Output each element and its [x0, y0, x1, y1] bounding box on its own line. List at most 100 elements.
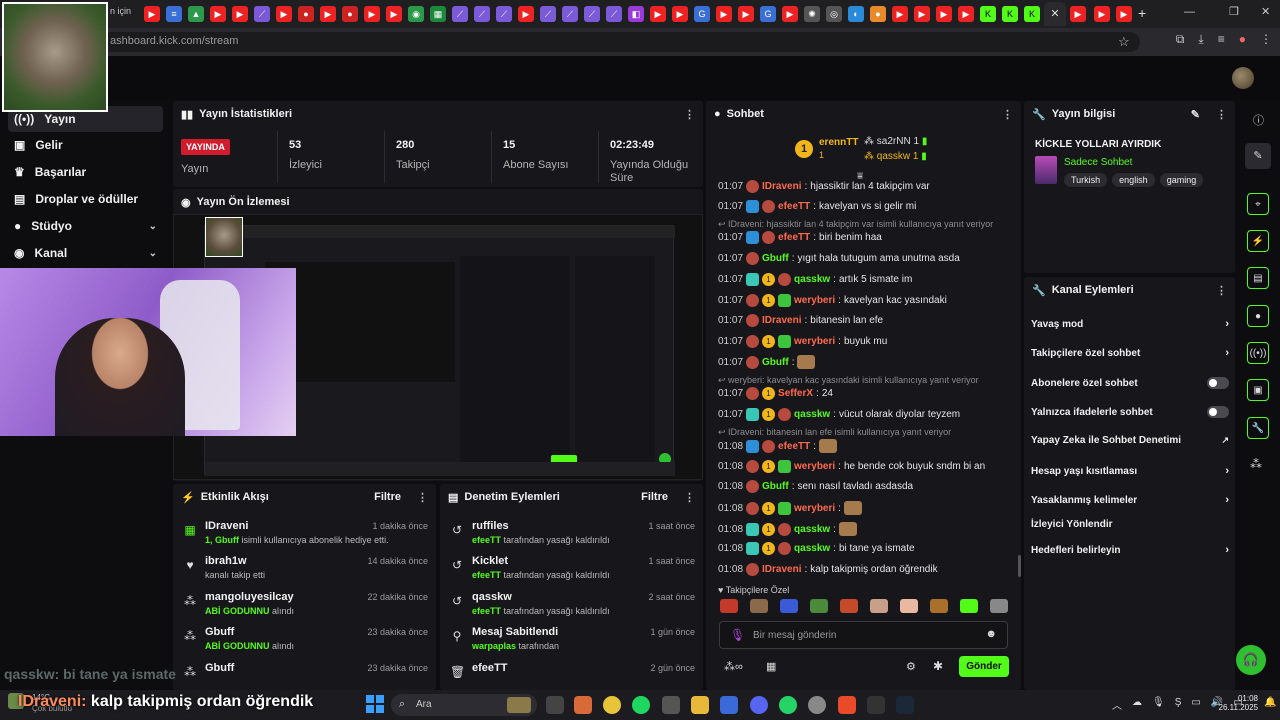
record-tab-icon[interactable]: ● [342, 6, 358, 22]
gifter-name[interactable]: qasskw [877, 151, 910, 162]
message-username[interactable]: qasskw [794, 274, 830, 285]
steam-icon[interactable] [896, 696, 914, 714]
link-tab-icon[interactable]: ⟋ [452, 6, 468, 22]
media-icon[interactable]: ≡ [1218, 32, 1225, 52]
app-icon[interactable] [662, 696, 680, 714]
kebab-menu-icon[interactable]: ⋮ [1216, 108, 1227, 121]
link-tab-icon[interactable]: ⟋ [474, 6, 490, 22]
message-username[interactable]: Gbuff [762, 253, 789, 264]
kick-tab-icon[interactable]: K [1002, 6, 1018, 22]
message-username[interactable]: IDraveni [762, 315, 801, 326]
kick-tab-icon[interactable]: K [980, 6, 996, 22]
chat-message[interactable]: 01:07 1 weryberi: kavelyan kac yasındaki [718, 294, 1018, 307]
chat-message[interactable]: 01:07 1 qasskw: vücut olarak diyolar teyzem [718, 408, 1018, 421]
mic-icon[interactable]: 🎙 [1152, 697, 1165, 712]
sheets-tab-icon[interactable]: ▦ [430, 6, 446, 22]
copilot-icon[interactable] [574, 696, 592, 714]
points-icon[interactable]: ⁂∞ [724, 660, 743, 673]
category-thumbnail[interactable] [1035, 156, 1057, 184]
kebab-menu-icon[interactable]: ⋮ [1002, 108, 1013, 121]
restore-icon[interactable]: ❐ [1229, 5, 1239, 18]
youtube-tab-icon[interactable]: ▶ [1116, 6, 1132, 22]
goals-row[interactable]: Hedefleri belirleyin › [1031, 544, 1229, 556]
tag[interactable]: gaming [1159, 173, 1204, 187]
extensions-icon[interactable]: ⧉ [1176, 32, 1185, 52]
filter-button[interactable]: Filtre [374, 491, 401, 503]
message-username[interactable]: efeeTT [778, 441, 810, 452]
youtube-tab-icon[interactable]: ▶ [144, 6, 160, 22]
lang-icon[interactable]: Ş [1175, 697, 1182, 712]
openai-tab-icon[interactable]: ✺ [804, 6, 820, 22]
network-icon[interactable]: ▭ [1191, 697, 1200, 712]
chat-message[interactable]: 01:08 1 weryberi: he bende cok buyuk sndm b… [718, 460, 1018, 473]
taskbar-search[interactable]: ⌕ Ara [391, 694, 537, 716]
chat-icon[interactable]: ● [1247, 305, 1269, 327]
notification-icon[interactable]: 🔔 [1264, 697, 1276, 708]
nav-item-achievements[interactable]: ♛ Başarılar [8, 159, 163, 185]
record-tab-icon[interactable]: ● [298, 6, 314, 22]
terminal-icon[interactable] [867, 696, 885, 714]
web-tab-icon[interactable]: ● [870, 6, 886, 22]
link-tab-icon[interactable]: ⟋ [496, 6, 512, 22]
emoji-icon[interactable]: ☻ [985, 628, 997, 640]
chat-message[interactable]: 01:07 Gbuff: [718, 355, 1018, 369]
chat-scrollbar[interactable] [1018, 555, 1021, 577]
filter-button[interactable]: Filtre [641, 491, 668, 503]
tag[interactable]: english [1112, 173, 1155, 187]
chat-message[interactable]: 01:08 efeeTT: [718, 439, 1018, 453]
tab-partial-label[interactable]: n için [110, 6, 131, 16]
gif-tab-icon[interactable]: G [760, 6, 776, 22]
nav-item-channel[interactable]: ◉ Kanal ⌄ [8, 240, 163, 266]
youtube-tab-icon[interactable]: ▶ [716, 6, 732, 22]
points-icon[interactable]: ⁂ [1250, 457, 1262, 471]
emote[interactable] [900, 599, 918, 613]
notes-icon[interactable]: ▤ [1247, 267, 1269, 289]
chat-message[interactable]: 01:07 Gbuff: yıgıt hala tutugum ama unutma… [718, 252, 1018, 265]
message-username[interactable]: IDraveni [762, 564, 801, 575]
emote-only-toggle[interactable] [1207, 406, 1229, 418]
message-username[interactable]: qasskw [794, 524, 830, 535]
wrench-icon[interactable]: 🔧 [1247, 417, 1269, 439]
kick-tab-icon[interactable]: K [1024, 6, 1040, 22]
download-icon[interactable]: ⤓ [1198, 32, 1203, 52]
youtube-tab-icon[interactable]: ▶ [914, 6, 930, 22]
chat-message[interactable]: 01:07 1 SefferX:24 [718, 387, 1018, 400]
cloud-icon[interactable]: ☁ [1132, 697, 1142, 712]
drive-tab-icon[interactable]: ▲ [188, 6, 204, 22]
bookmark-star-icon[interactable]: ☆ [1118, 34, 1130, 50]
youtube-tab-icon[interactable]: ▶ [738, 6, 754, 22]
whatsapp-icon[interactable] [779, 696, 797, 714]
emote[interactable] [750, 599, 768, 613]
kebab-menu-icon[interactable]: ⋮ [684, 491, 695, 504]
ai-moderation-row[interactable]: Yapay Zeka ile Sohbet Denetimi ↗ [1031, 435, 1229, 446]
youtube-tab-icon[interactable]: ▶ [518, 6, 534, 22]
user-avatar[interactable] [1232, 67, 1254, 89]
window-close-icon[interactable]: ✕ [1261, 5, 1270, 18]
message-username[interactable]: efeeTT [778, 232, 810, 243]
message-username[interactable]: weryberi [794, 336, 835, 347]
app-icon[interactable] [720, 696, 738, 714]
chat-message[interactable]: 01:08 IDraveni: kalp takipmiş ordan öğrend… [718, 563, 1018, 576]
message-username[interactable]: SefferX [778, 388, 813, 399]
gifter-name[interactable]: sa2rNN [877, 136, 911, 147]
youtube-tab-icon[interactable]: ▶ [958, 6, 974, 22]
nav-item-drops[interactable]: ▤ Droplar ve ödüller [8, 186, 163, 212]
brave-icon[interactable] [838, 696, 856, 714]
close-tab-icon[interactable]: ✕ [1044, 2, 1066, 26]
url-field[interactable]: ashboard.kick.com/stream [100, 32, 1140, 52]
message-username[interactable]: IDraveni [762, 181, 801, 192]
emote[interactable] [810, 599, 828, 613]
chat-message[interactable]: 01:07 1 weryberi: buyuk mu [718, 335, 1018, 348]
youtube-tab-icon[interactable]: ▶ [210, 6, 226, 22]
clock[interactable]: 01:08 26.11.2025 [1212, 694, 1258, 712]
youtube-tab-icon[interactable]: ▶ [232, 6, 248, 22]
message-username[interactable]: weryberi [794, 503, 835, 514]
edit-layout-icon[interactable]: ✎ [1245, 143, 1271, 169]
link-tab-icon[interactable]: ⟋ [562, 6, 578, 22]
subscribers-only-toggle[interactable] [1207, 377, 1229, 389]
edit-icon[interactable]: ✎ [1191, 108, 1200, 121]
link-tab-icon[interactable]: ⟋ [584, 6, 600, 22]
link-tab-icon[interactable]: ⟋ [606, 6, 622, 22]
obs-icon[interactable] [808, 696, 826, 714]
top-gifter-name[interactable]: erennTT [819, 137, 858, 148]
